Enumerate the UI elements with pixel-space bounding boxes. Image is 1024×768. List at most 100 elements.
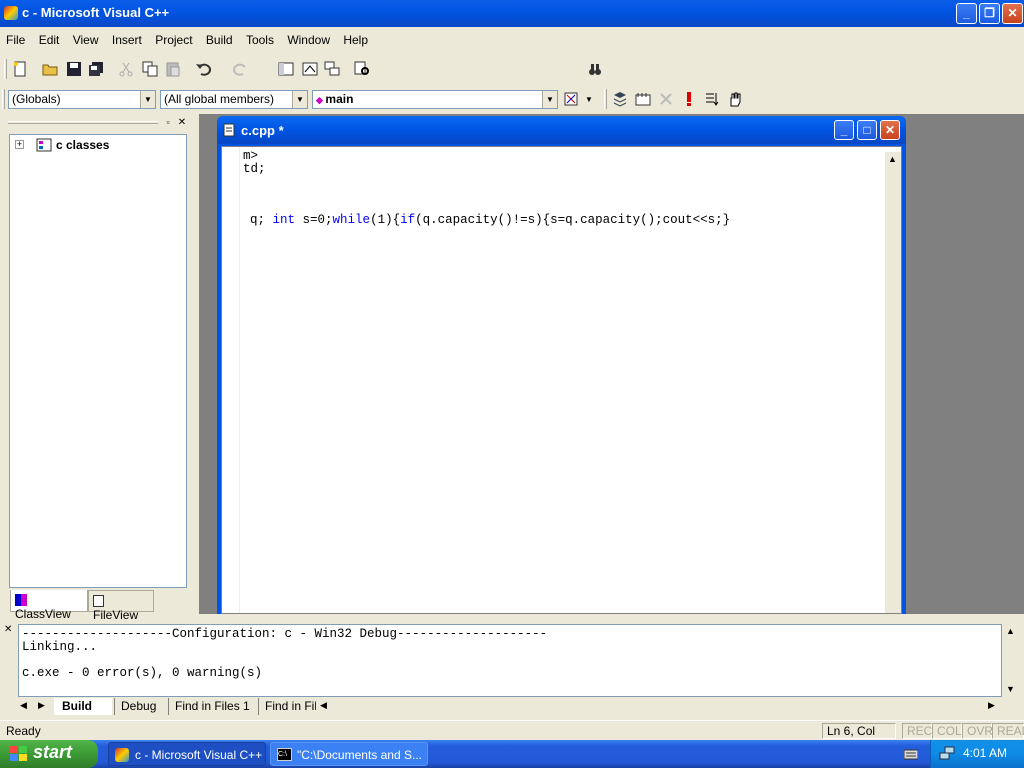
hscroll-left-icon[interactable]: ◀ <box>320 700 327 711</box>
indicator-read: READ <box>992 723 1024 739</box>
tab-classview[interactable]: ClassView <box>10 590 88 621</box>
scroll-down-icon[interactable]: ▼ <box>1006 684 1015 694</box>
taskbar: start c - Microsoft Visual C++ C:\ "C:\D… <box>0 740 1024 768</box>
title-bar[interactable]: c - Microsoft Visual C++ _ ❐ ✕ <box>0 0 1024 27</box>
undo-icon[interactable] <box>196 61 212 77</box>
toolbar-grip[interactable] <box>2 89 5 109</box>
breakpoint-hand-icon[interactable] <box>727 91 743 107</box>
function-combo-arrow-icon[interactable]: ▼ <box>542 91 557 108</box>
network-tray-icon[interactable] <box>939 745 955 761</box>
vc-task-icon <box>115 748 129 762</box>
output-line: Linking... <box>22 640 98 654</box>
task-visual-cpp[interactable]: c - Microsoft Visual C++ <box>108 742 266 766</box>
scroll-up-icon[interactable]: ▲ <box>888 154 897 164</box>
editor-title-bar[interactable]: c.cpp * _ □ ✕ <box>217 116 906 144</box>
tab-fileview[interactable]: FileView <box>88 590 154 622</box>
clock[interactable]: 4:01 AM <box>963 746 1007 760</box>
windows-logo-icon <box>10 746 27 761</box>
tab-scroll-left-icon[interactable]: ◀ <box>20 700 27 711</box>
tab-build[interactable]: Build <box>54 698 112 715</box>
menu-window[interactable]: Window <box>283 30 334 50</box>
tree-root-label[interactable]: c classes <box>56 138 109 152</box>
tab-scroll-right-icon[interactable]: ▶ <box>38 700 45 711</box>
output-line: c.exe - 0 error(s), 0 warning(s) <box>22 666 263 680</box>
start-button[interactable]: start <box>0 740 98 768</box>
editor-title: c.cpp * <box>241 123 284 138</box>
toolbar-grip[interactable] <box>4 59 7 79</box>
indicator-rec: REC <box>902 723 932 739</box>
members-combo[interactable]: (All global members) ▼ <box>160 90 308 109</box>
save-icon[interactable] <box>66 61 82 77</box>
editor-minimize-button[interactable]: _ <box>834 120 854 140</box>
scope-combo-arrow-icon[interactable]: ▼ <box>140 91 155 108</box>
go-icon[interactable] <box>704 91 720 107</box>
find-in-files-icon[interactable] <box>354 61 370 77</box>
editor-maximize-button[interactable]: □ <box>857 120 877 140</box>
document-icon <box>223 123 235 137</box>
cut-icon[interactable] <box>118 61 134 77</box>
save-all-icon[interactable] <box>88 61 104 77</box>
editor-vertical-scrollbar[interactable]: ▲ <box>885 152 901 613</box>
classview-icon <box>15 594 27 606</box>
output-close-icon[interactable]: ✕ <box>4 624 16 636</box>
scope-combo[interactable]: (Globals) ▼ <box>8 90 156 109</box>
code-line: td; <box>243 162 266 176</box>
code-line: q; int s=0;while(1){if(q.capacity()!=s){… <box>250 213 731 227</box>
menu-insert[interactable]: Insert <box>108 30 146 50</box>
close-button[interactable]: ✕ <box>1002 3 1023 24</box>
stop-build-icon[interactable] <box>658 91 674 107</box>
output-vertical-scrollbar[interactable]: ▲ ▼ <box>1003 624 1019 697</box>
task-console[interactable]: C:\ "C:\Documents and S... <box>270 742 428 766</box>
output-pane: ✕ --------------------Configuration: c -… <box>0 622 1024 716</box>
pane-grip[interactable] <box>8 121 158 124</box>
tab-find-in-files-2[interactable]: Find in Files 2 <box>258 698 316 715</box>
tab-debug[interactable]: Debug <box>114 698 166 715</box>
menu-view[interactable]: View <box>69 30 103 50</box>
tree-expander-icon[interactable]: + <box>15 140 24 149</box>
scroll-up-icon[interactable]: ▲ <box>1006 626 1015 636</box>
copy-icon[interactable] <box>142 61 158 77</box>
tab-find-in-files-1[interactable]: Find in Files 1 <box>168 698 254 715</box>
open-folder-icon[interactable] <box>42 61 58 77</box>
workspace-icon[interactable] <box>278 61 294 77</box>
wizard-dropdown-icon[interactable]: ▼ <box>585 95 593 104</box>
new-file-icon[interactable] <box>12 61 28 77</box>
editor-gutter[interactable] <box>222 147 240 613</box>
find-binoculars-icon[interactable] <box>587 61 603 77</box>
pane-restore-icon[interactable]: ▫ <box>162 117 174 129</box>
menu-project[interactable]: Project <box>151 30 196 50</box>
restore-button[interactable]: ❐ <box>979 3 1000 24</box>
keyboard-tray-icon[interactable] <box>904 746 918 762</box>
minimize-button[interactable]: _ <box>956 3 977 24</box>
compile-icon[interactable] <box>612 91 628 107</box>
mdi-client: c.cpp * _ □ ✕ m> td; q; int s=0;while(1)… <box>199 114 1024 614</box>
editor-close-button[interactable]: ✕ <box>880 120 900 140</box>
output-text[interactable]: --------------------Configuration: c - W… <box>18 624 1002 697</box>
menu-tools[interactable]: Tools <box>242 30 278 50</box>
app-icon[interactable] <box>4 6 18 20</box>
menu-file[interactable]: File <box>2 30 29 50</box>
members-combo-arrow-icon[interactable]: ▼ <box>292 91 307 108</box>
redo-icon[interactable] <box>232 61 248 77</box>
wizard-action-icon[interactable] <box>564 91 580 107</box>
function-icon: ◆ <box>316 95 326 105</box>
output-window-icon[interactable] <box>302 61 318 77</box>
hscroll-right-icon[interactable]: ▶ <box>988 700 995 711</box>
build-icon[interactable] <box>635 91 651 107</box>
paste-icon[interactable] <box>165 61 181 77</box>
execute-icon[interactable] <box>681 91 697 107</box>
indicator-ovr: OVR <box>962 723 993 739</box>
menu-build[interactable]: Build <box>202 30 237 50</box>
classes-icon <box>36 138 52 152</box>
pane-close-icon[interactable]: ✕ <box>176 117 188 129</box>
toolbar-grip[interactable] <box>604 89 607 109</box>
standard-toolbar: ▼ ▼ <box>0 56 1024 135</box>
indicator-col: COL <box>932 723 962 739</box>
function-combo[interactable]: ◆ main ▼ <box>312 90 558 109</box>
menu-help[interactable]: Help <box>339 30 372 50</box>
code-editor[interactable]: m> td; q; int s=0;while(1){if(q.capacity… <box>221 146 902 614</box>
fileview-icon <box>93 595 104 607</box>
class-tree[interactable]: + c classes <box>9 134 187 588</box>
menu-edit[interactable]: Edit <box>35 30 64 50</box>
window-list-icon[interactable] <box>324 61 340 77</box>
